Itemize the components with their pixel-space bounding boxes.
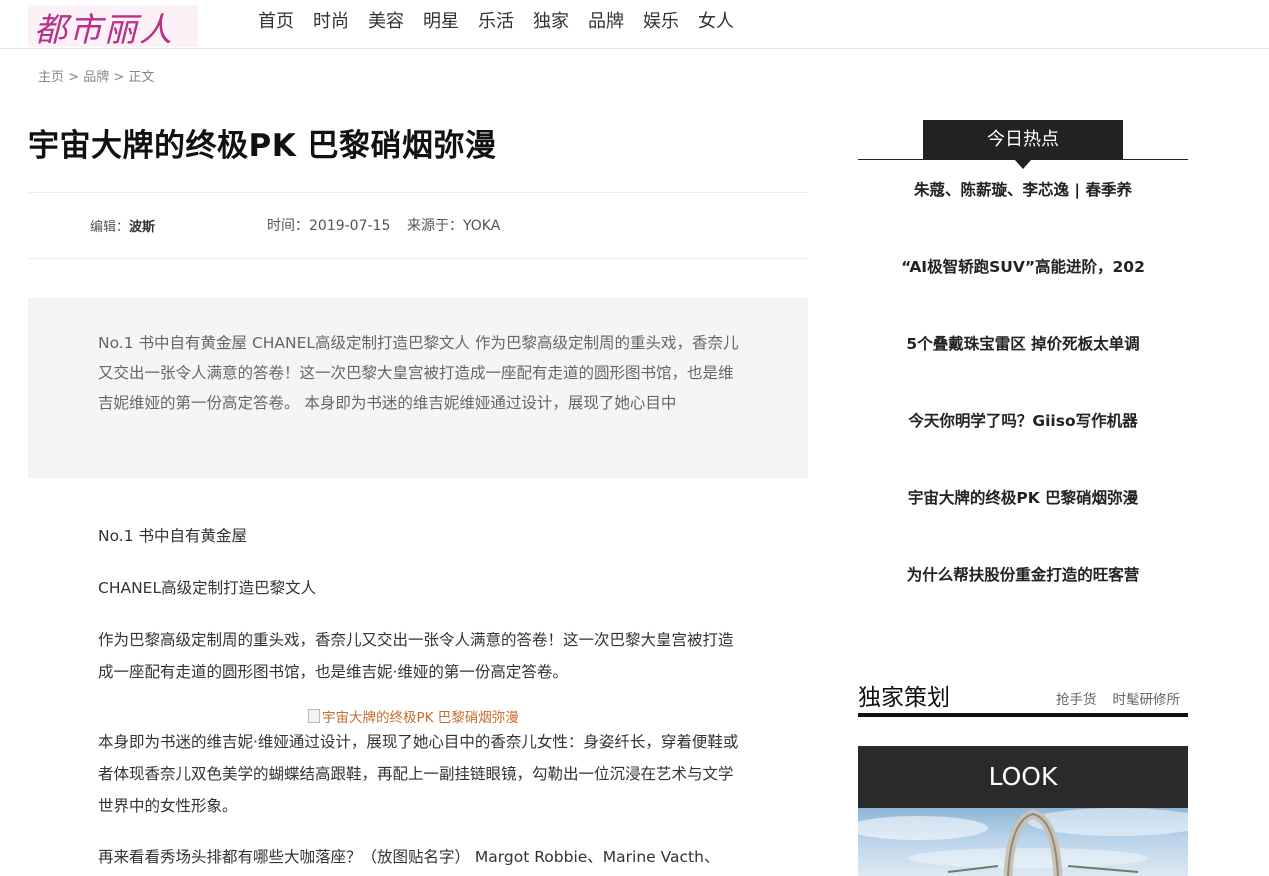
article-paragraph: CHANEL高级定制打造巴黎文人 [98, 579, 317, 597]
breadcrumb-separator: > [113, 70, 125, 85]
site-header: 都市丽人 首页 时尚 美容 明星 乐活 独家 品牌 娱乐 女人 [0, 0, 1269, 49]
editor-label: 编辑： [90, 220, 130, 235]
main-nav: 首页 时尚 美容 明星 乐活 独家 品牌 娱乐 女人 [258, 10, 753, 34]
article-paragraph: 本身即为书迷的维吉妮·维娅通过设计，展现了她心目中的香奈儿女性：身姿纤长，穿着便… [98, 733, 739, 815]
hot-list-item[interactable]: “AI极智轿跑SUV”高能进阶，202 [858, 255, 1188, 277]
article-image-alt: 宇宙大牌的终极PK 巴黎硝烟弥漫 [322, 710, 519, 726]
article-time: 时间：2019-07-15 [267, 218, 391, 234]
article-paragraph: 再来看看秀场头排都有哪些大咖落座？（放图贴名字） Margot Robbie、M… [98, 848, 720, 866]
exclusive-plan-links: 抢手货 时髦研修所 [1056, 688, 1180, 708]
logo-text: 都市丽人 [34, 10, 174, 49]
article-paragraph: No.1 书中自有黄金屋 [98, 527, 248, 545]
nav-item-stars[interactable]: 明星 [423, 10, 459, 34]
article-meta: 编辑：波斯 时间：2019-07-15 来源于：YOKA [28, 192, 808, 259]
hot-list-item[interactable]: 今天你明学了吗？Giiso写作机器 [858, 409, 1188, 431]
breadcrumb-category[interactable]: 品牌 [83, 70, 109, 85]
breadcrumb-home[interactable]: 主页 [38, 70, 64, 85]
broken-image-icon [308, 709, 320, 723]
breadcrumb-separator: > [68, 70, 80, 85]
breadcrumb-current: 正文 [128, 70, 155, 85]
hot-list-item[interactable]: 5个叠戴珠宝雷区 掉价死板太单调 [858, 332, 1188, 354]
hot-list-item[interactable]: 为什么帮扶股份重金打造的旺客营 [858, 563, 1188, 585]
site-logo[interactable]: 都市丽人 [28, 5, 198, 49]
hot-heading-arrow [1014, 159, 1032, 169]
nav-item-beauty[interactable]: 美容 [368, 10, 404, 34]
look-image[interactable] [858, 808, 1188, 876]
article-title: 宇宙大牌的终极PK 巴黎硝烟弥漫 [28, 128, 497, 164]
nav-item-fashion[interactable]: 时尚 [313, 10, 349, 34]
hot-list-item[interactable]: 朱蔻、陈薪璇、李芯逸 | 春季养 [858, 178, 1188, 200]
article-image-broken[interactable]: 宇宙大牌的终极PK 巴黎硝烟弥漫 [308, 706, 519, 726]
nav-item-exclusive[interactable]: 独家 [533, 10, 569, 34]
hot-today-heading: 今日热点 [923, 120, 1123, 160]
plan-divider [858, 713, 1188, 717]
nav-item-women[interactable]: 女人 [698, 10, 734, 34]
breadcrumb: 主页 > 品牌 > 正文 [38, 66, 154, 85]
plan-link-hot-goods[interactable]: 抢手货 [1056, 692, 1097, 708]
exclusive-plan-heading: 独家策划 [858, 685, 950, 711]
nav-item-brand[interactable]: 品牌 [588, 10, 624, 34]
nav-item-entertainment[interactable]: 娱乐 [643, 10, 679, 34]
nav-item-home[interactable]: 首页 [258, 10, 294, 34]
look-banner[interactable]: LOOK [858, 746, 1188, 808]
article-summary-box: No.1 书中自有黄金屋 CHANEL高级定制打造巴黎文人 作为巴黎高级定制周的… [28, 298, 808, 478]
hot-list-item[interactable]: 宇宙大牌的终极PK 巴黎硝烟弥漫 [858, 486, 1188, 508]
article-source: 来源于：YOKA [407, 218, 501, 234]
article-summary: No.1 书中自有黄金屋 CHANEL高级定制打造巴黎文人 作为巴黎高级定制周的… [98, 334, 739, 412]
article-editor: 编辑：波斯 [90, 216, 155, 235]
article-paragraph: 作为巴黎高级定制周的重头戏，香奈儿又交出一张令人满意的答卷！这一次巴黎大皇宫被打… [98, 631, 734, 681]
editor-name: 波斯 [129, 220, 156, 235]
nav-item-lifestyle[interactable]: 乐活 [478, 10, 514, 34]
look-image-art [858, 808, 1188, 876]
plan-link-trend-lab[interactable]: 时髦研修所 [1113, 692, 1181, 708]
